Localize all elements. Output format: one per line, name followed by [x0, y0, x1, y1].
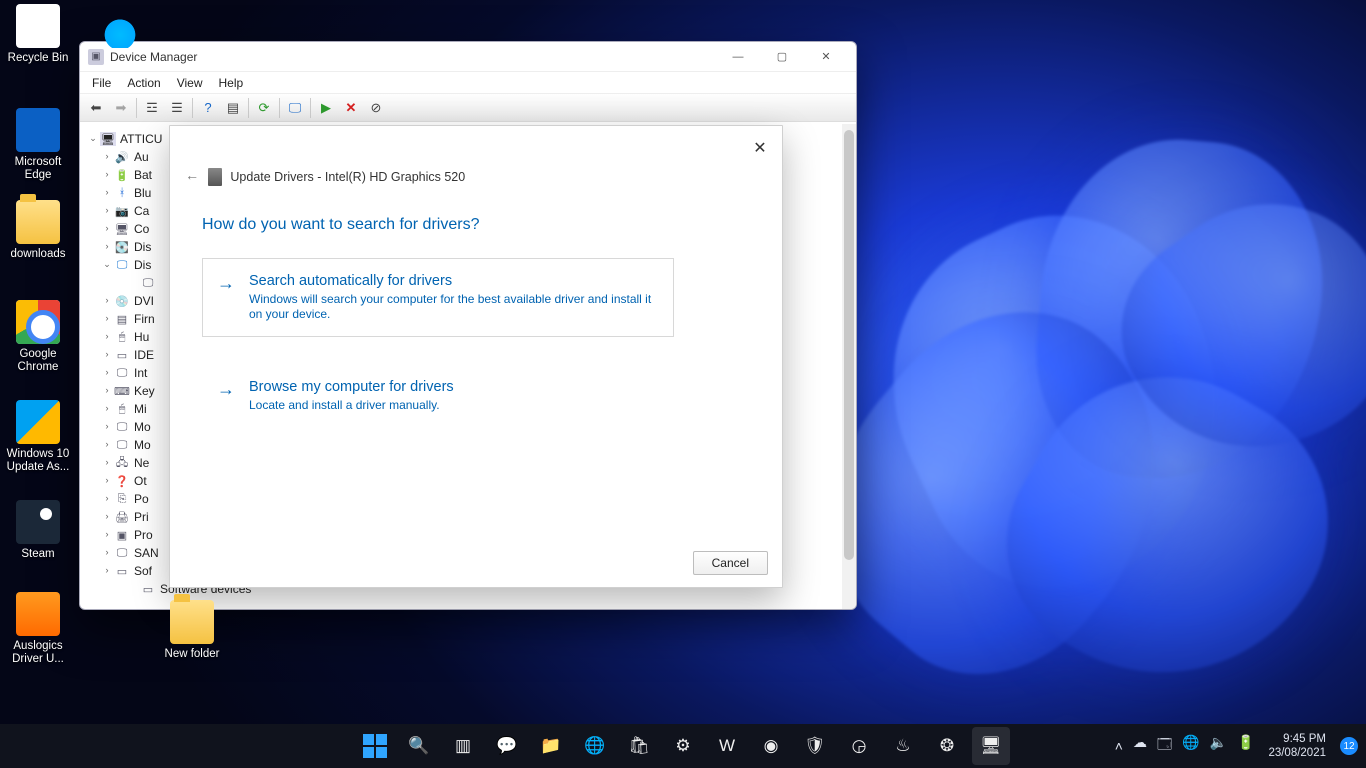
- taskbar-google-chrome[interactable]: ◉: [752, 727, 790, 765]
- tray-icon-1[interactable]: 🗔: [1157, 734, 1172, 758]
- icon-label: Windows 10 Update As...: [2, 448, 74, 474]
- device-icon: [208, 168, 222, 186]
- tray-icon-4[interactable]: 🔋: [1237, 734, 1254, 758]
- google-chrome-icon: [16, 300, 60, 344]
- toolbar[interactable]: ⬅ ➡ ☲ ☰ ? ▤ ⟳ 🖵 ▶ ✕ ⊘: [80, 94, 856, 122]
- downloads-folder-icon: [16, 200, 60, 244]
- back-button[interactable]: ⬅: [84, 97, 108, 119]
- menu-view[interactable]: View: [169, 74, 211, 92]
- enable-device-button[interactable]: ▶: [314, 97, 338, 119]
- new-folder-icon: [170, 600, 214, 644]
- update-drivers-dialog[interactable]: ✕ ← Update Drivers - Intel(R) HD Graphic…: [169, 125, 783, 588]
- icon-label: New folder: [156, 648, 228, 661]
- taskbar-flame-app[interactable]: ♨: [884, 727, 922, 765]
- menu-file[interactable]: File: [84, 74, 119, 92]
- dialog-heading: How do you want to search for drivers?: [202, 216, 479, 234]
- desktop-icon-new-folder[interactable]: New folder: [156, 600, 228, 661]
- taskbar-task-view[interactable]: ▥: [444, 727, 482, 765]
- taskbar-word[interactable]: W: [708, 727, 746, 765]
- icon-label: downloads: [2, 248, 74, 261]
- taskbar-file-explorer[interactable]: 📁: [532, 727, 570, 765]
- taskbar-settings[interactable]: ⚙: [664, 727, 702, 765]
- taskbar-start[interactable]: [356, 727, 394, 765]
- scrollbar-thumb[interactable]: [844, 130, 854, 560]
- microsoft-edge-icon: [16, 108, 60, 152]
- scan-hardware-button[interactable]: 🖵: [283, 97, 307, 119]
- desktop-icon-downloads-folder[interactable]: downloads: [2, 200, 74, 261]
- taskbar-security[interactable]: 🛡: [796, 727, 834, 765]
- view-button[interactable]: ☰: [165, 97, 189, 119]
- cancel-button[interactable]: Cancel: [693, 551, 768, 575]
- desktop-icon-google-chrome[interactable]: Google Chrome: [2, 300, 74, 374]
- menu-action[interactable]: Action: [119, 74, 168, 92]
- taskbar-device-manager[interactable]: 🖥: [972, 727, 1010, 765]
- icon-label: Microsoft Edge: [2, 156, 74, 182]
- system-tray[interactable]: ˄ ☁ 🗔 🌐 🔈 🔋 9:45 PM 23/08/2021 12: [1115, 724, 1358, 768]
- icon-label: Steam: [2, 548, 74, 561]
- taskbar-auslogics[interactable]: ◶: [840, 727, 878, 765]
- icon-label: Recycle Bin: [2, 52, 74, 65]
- help-button[interactable]: ?: [196, 97, 220, 119]
- desktop-icon-windows-update-assistant[interactable]: Windows 10 Update As...: [2, 400, 74, 474]
- dialog-breadcrumb: ← Update Drivers - Intel(R) HD Graphics …: [188, 168, 465, 186]
- flame-app-icon: [98, 4, 142, 48]
- arrow-right-icon: →: [217, 379, 235, 400]
- disable-device-button[interactable]: ⊘: [364, 97, 388, 119]
- notification-badge[interactable]: 12: [1340, 737, 1358, 755]
- windows-update-assistant-icon: [16, 400, 60, 444]
- scrollbar[interactable]: [842, 124, 856, 609]
- wallpaper-bloom-art: [780, 80, 1366, 720]
- desktop-icon-steam[interactable]: Steam: [2, 500, 74, 561]
- start-icon: [363, 734, 387, 758]
- tray-overflow-chevron[interactable]: ˄: [1115, 738, 1123, 754]
- menubar[interactable]: FileActionViewHelp: [80, 72, 856, 94]
- menu-help[interactable]: Help: [211, 74, 252, 92]
- option-title: Search automatically for drivers: [249, 273, 659, 289]
- option-browse-computer[interactable]: → Browse my computer for drivers Locate …: [202, 364, 674, 428]
- taskbar-search[interactable]: 🔍: [400, 727, 438, 765]
- clock-time: 9:45 PM: [1268, 732, 1326, 746]
- desktop-icon-flame-app[interactable]: [84, 4, 156, 52]
- update-driver-button[interactable]: ⟳: [252, 97, 276, 119]
- back-arrow-icon[interactable]: ←: [188, 169, 196, 185]
- close-button[interactable]: ✕: [804, 42, 848, 72]
- tray-icon-3[interactable]: 🔈: [1210, 734, 1227, 758]
- option-search-automatically[interactable]: → Search automatically for drivers Windo…: [202, 258, 674, 337]
- taskbar-center: 🔍▥💬📁🌐🛍⚙W◉🛡◶♨❂🖥: [356, 724, 1010, 768]
- dialog-close-button[interactable]: ✕: [746, 134, 774, 162]
- recycle-bin-icon: [16, 4, 60, 48]
- taskbar[interactable]: 🔍▥💬📁🌐🛍⚙W◉🛡◶♨❂🖥 ˄ ☁🗔🌐🔈🔋 9:45 PM 23/08/202…: [0, 724, 1366, 768]
- breadcrumb-text: Update Drivers - Intel(R) HD Graphics 52…: [230, 170, 465, 184]
- taskbar-microsoft-edge[interactable]: 🌐: [576, 727, 614, 765]
- steam-icon: [16, 500, 60, 544]
- show-hidden-button[interactable]: ☲: [140, 97, 164, 119]
- option-description: Locate and install a driver manually.: [249, 398, 659, 413]
- desktop-icon-auslogics-driver-updater[interactable]: Auslogics Driver U...: [2, 592, 74, 666]
- tray-icon-2[interactable]: 🌐: [1182, 734, 1199, 758]
- properties-button[interactable]: ▤: [221, 97, 245, 119]
- auslogics-driver-updater-icon: [16, 592, 60, 636]
- option-title: Browse my computer for drivers: [249, 379, 659, 395]
- desktop-icon-microsoft-edge[interactable]: Microsoft Edge: [2, 108, 74, 182]
- minimize-button[interactable]: —: [716, 42, 760, 72]
- icon-label: Google Chrome: [2, 348, 74, 374]
- option-description: Windows will search your computer for th…: [249, 292, 659, 322]
- icon-label: Auslogics Driver U...: [2, 640, 74, 666]
- titlebar[interactable]: ▣ Device Manager — ▢ ✕: [80, 42, 856, 72]
- arrow-right-icon: →: [217, 273, 235, 294]
- taskbar-chat[interactable]: 💬: [488, 727, 526, 765]
- maximize-button[interactable]: ▢: [760, 42, 804, 72]
- uninstall-device-button[interactable]: ✕: [339, 97, 363, 119]
- desktop-icon-recycle-bin[interactable]: Recycle Bin: [2, 4, 74, 65]
- taskbar-steam[interactable]: ❂: [928, 727, 966, 765]
- clock[interactable]: 9:45 PM 23/08/2021: [1264, 732, 1330, 760]
- tray-icon-0[interactable]: ☁: [1133, 734, 1147, 758]
- forward-button[interactable]: ➡: [109, 97, 133, 119]
- clock-date: 23/08/2021: [1268, 746, 1326, 760]
- taskbar-microsoft-store[interactable]: 🛍: [620, 727, 658, 765]
